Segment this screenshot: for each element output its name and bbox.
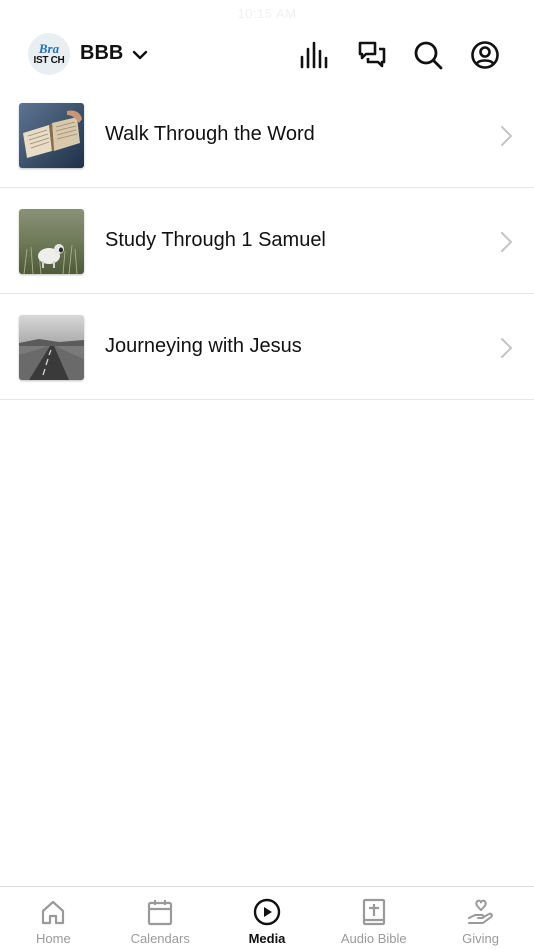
- status-time: 10:15 AM: [237, 5, 297, 21]
- tab-label: Calendars: [130, 931, 190, 946]
- open-bible-thumbnail: [19, 103, 84, 168]
- account-icon[interactable]: [470, 40, 500, 70]
- tab-label: Giving: [462, 931, 500, 946]
- list-item[interactable]: Journeying with Jesus: [0, 294, 534, 400]
- tab-media[interactable]: Media: [214, 887, 321, 950]
- media-list: Walk Through the Word Study Through 1 Sa…: [0, 82, 534, 400]
- chevron-right-icon: [498, 336, 514, 360]
- hand-heart-icon: [467, 898, 495, 926]
- app-header: Bra IST CH BBB: [0, 30, 534, 80]
- tab-calendars[interactable]: Calendars: [107, 887, 214, 950]
- chevron-right-icon: [498, 124, 514, 148]
- tab-label: Audio Bible: [340, 931, 407, 946]
- tab-label: Media: [248, 931, 286, 946]
- org-name[interactable]: BBB: [80, 42, 123, 65]
- calendar-icon: [146, 898, 174, 926]
- chevron-down-icon[interactable]: [131, 46, 149, 64]
- home-icon: [39, 898, 67, 926]
- play-circle-icon: [253, 898, 281, 926]
- list-item[interactable]: Study Through 1 Samuel: [0, 188, 534, 294]
- org-logo-text-bottom: IST CH: [33, 54, 65, 66]
- org-logo[interactable]: Bra IST CH: [28, 33, 70, 75]
- bars-chart-icon[interactable]: [299, 40, 329, 70]
- tab-audio-bible[interactable]: Audio Bible: [320, 887, 427, 950]
- tab-label: Home: [36, 931, 71, 946]
- search-icon[interactable]: [413, 40, 443, 70]
- chevron-right-icon: [498, 230, 514, 254]
- list-item-title: Journeying with Jesus: [105, 335, 302, 357]
- tab-giving[interactable]: Giving: [427, 887, 534, 950]
- status-bar: 10:15 AM: [0, 0, 534, 26]
- tab-bar: Home Calendars Media Audio Bible Giving: [0, 886, 534, 950]
- org-logo-text-top: Bra: [38, 40, 60, 56]
- lamb-in-field-thumbnail: [19, 209, 84, 274]
- list-item[interactable]: Walk Through the Word: [0, 82, 534, 188]
- road-landscape-thumbnail: [19, 315, 84, 380]
- chat-bubbles-icon[interactable]: [357, 40, 387, 70]
- tab-home[interactable]: Home: [0, 887, 107, 950]
- list-item-title: Walk Through the Word: [105, 123, 315, 145]
- bible-icon: [360, 898, 388, 926]
- list-item-title: Study Through 1 Samuel: [105, 229, 326, 251]
